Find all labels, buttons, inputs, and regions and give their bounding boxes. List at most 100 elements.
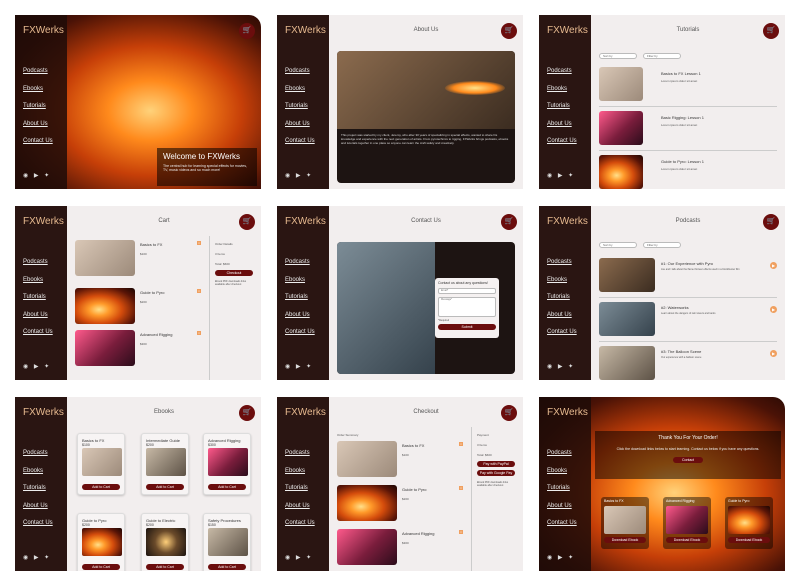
play-icon[interactable]: ▶ <box>770 350 777 357</box>
social-icons[interactable]: ◉ ▶ ✦ <box>285 363 313 370</box>
social-icons[interactable]: ◉ ▶ ✦ <box>547 363 575 370</box>
brand-logo[interactable]: FXWerks <box>547 216 588 227</box>
add-to-cart-button[interactable]: Add to Cart <box>146 484 184 490</box>
brand-logo[interactable]: FXWerks <box>23 216 64 227</box>
sort-select[interactable]: Sort by <box>599 53 637 59</box>
remove-icon[interactable]: × <box>197 331 201 335</box>
social-icons[interactable]: ◉ ▶ ✦ <box>285 554 313 561</box>
brand-logo[interactable]: FXWerks <box>547 25 588 36</box>
nav-ebooks[interactable]: Ebooks <box>23 277 53 295</box>
nav-podcasts[interactable]: Podcasts <box>23 450 53 468</box>
nav-tutorials[interactable]: Tutorials <box>285 294 315 312</box>
email-field[interactable]: Email* <box>438 288 496 294</box>
nav-about[interactable]: About Us <box>547 121 577 139</box>
list-item[interactable]: Guide to Pyro: Lesson 1 Lorem ipsum dolo… <box>599 155 777 189</box>
nav-ebooks[interactable]: Ebooks <box>23 468 53 486</box>
nav-tutorials[interactable]: Tutorials <box>285 485 315 503</box>
nav-tutorials[interactable]: Tutorials <box>23 294 53 312</box>
add-to-cart-button[interactable]: Add to Cart <box>208 564 246 570</box>
social-icons[interactable]: ◉ ▶ ✦ <box>23 554 51 561</box>
message-field[interactable]: Message* <box>438 297 496 317</box>
download-button[interactable]: Download Ebook <box>604 537 646 543</box>
nav-ebooks[interactable]: Ebooks <box>23 86 53 104</box>
remove-icon[interactable]: × <box>459 486 463 490</box>
nav-tutorials[interactable]: Tutorials <box>547 294 577 312</box>
nav-podcasts[interactable]: Podcasts <box>23 68 53 86</box>
cart-icon[interactable]: 🛒 <box>239 405 255 421</box>
cart-icon[interactable]: 🛒 <box>501 214 517 230</box>
list-item[interactable]: #2: Waterworks Learn about the dangers o… <box>599 302 777 342</box>
play-icon[interactable]: ▶ <box>770 262 777 269</box>
add-to-cart-button[interactable]: Add to Cart <box>146 564 184 570</box>
nav-podcasts[interactable]: Podcasts <box>547 450 577 468</box>
cart-icon[interactable]: 🛒 <box>239 23 255 39</box>
nav-about[interactable]: About Us <box>285 503 315 521</box>
remove-icon[interactable]: × <box>459 530 463 534</box>
nav-contact[interactable]: Contact Us <box>285 520 315 538</box>
add-to-cart-button[interactable]: Add to Cart <box>82 484 120 490</box>
remove-icon[interactable]: × <box>197 289 201 293</box>
contact-button[interactable]: Contact <box>673 457 703 463</box>
social-icons[interactable]: ◉ ▶ ✦ <box>23 363 51 370</box>
remove-icon[interactable]: × <box>197 241 201 245</box>
nav-podcasts[interactable]: Podcasts <box>285 68 315 86</box>
nav-tutorials[interactable]: Tutorials <box>23 103 53 121</box>
nav-about[interactable]: About Us <box>547 312 577 330</box>
nav-about[interactable]: About Us <box>23 503 53 521</box>
brand-logo[interactable]: FXWerks <box>285 25 326 36</box>
brand-logo[interactable]: FXWerks <box>23 25 64 36</box>
nav-contact[interactable]: Contact Us <box>285 329 315 347</box>
brand-logo[interactable]: FXWerks <box>285 407 326 418</box>
nav-ebooks[interactable]: Ebooks <box>547 86 577 104</box>
filter-select[interactable]: Filter by <box>643 53 681 59</box>
nav-contact[interactable]: Contact Us <box>547 520 577 538</box>
nav-ebooks[interactable]: Ebooks <box>285 468 315 486</box>
social-icons[interactable]: ◉ ▶ ✦ <box>547 172 575 179</box>
filter-select[interactable]: Filter by <box>643 242 681 248</box>
nav-about[interactable]: About Us <box>23 312 53 330</box>
nav-about[interactable]: About Us <box>285 121 315 139</box>
download-button[interactable]: Download Ebook <box>666 537 708 543</box>
paypal-button[interactable]: Pay with PayPal <box>477 461 515 467</box>
download-button[interactable]: Download Ebook <box>728 537 770 543</box>
nav-about[interactable]: About Us <box>547 503 577 521</box>
cart-icon[interactable]: 🛒 <box>763 214 779 230</box>
nav-ebooks[interactable]: Ebooks <box>547 468 577 486</box>
cart-icon[interactable]: 🛒 <box>763 23 779 39</box>
nav-podcasts[interactable]: Podcasts <box>547 68 577 86</box>
cart-icon[interactable]: 🛒 <box>501 23 517 39</box>
submit-button[interactable]: Submit <box>438 324 496 330</box>
sort-select[interactable]: Sort by <box>599 242 637 248</box>
cart-icon[interactable]: 🛒 <box>239 214 255 230</box>
nav-ebooks[interactable]: Ebooks <box>285 277 315 295</box>
nav-contact[interactable]: Contact Us <box>285 138 315 156</box>
nav-podcasts[interactable]: Podcasts <box>285 450 315 468</box>
nav-contact[interactable]: Contact Us <box>547 329 577 347</box>
list-item[interactable]: Basic Rigging: Lesson 1 Lorem ipsum dolo… <box>599 111 777 151</box>
nav-about[interactable]: About Us <box>285 312 315 330</box>
add-to-cart-button[interactable]: Add to Cart <box>208 484 246 490</box>
list-item[interactable]: #3: The Balloon Scene Our experience wit… <box>599 346 777 380</box>
list-item[interactable]: Basics to FX Lesson 1 Lorem ipsum dolor … <box>599 67 777 107</box>
nav-contact[interactable]: Contact Us <box>23 138 53 156</box>
nav-contact[interactable]: Contact Us <box>23 329 53 347</box>
list-item[interactable]: #1: Our Experience with Pyro Joe and I t… <box>599 258 777 298</box>
social-icons[interactable]: ◉ ▶ ✦ <box>23 172 51 179</box>
brand-logo[interactable]: FXWerks <box>23 407 64 418</box>
nav-podcasts[interactable]: Podcasts <box>23 259 53 277</box>
nav-contact[interactable]: Contact Us <box>547 138 577 156</box>
remove-icon[interactable]: × <box>459 442 463 446</box>
nav-contact[interactable]: Contact Us <box>23 520 53 538</box>
social-icons[interactable]: ◉ ▶ ✦ <box>547 554 575 561</box>
nav-podcasts[interactable]: Podcasts <box>547 259 577 277</box>
brand-logo[interactable]: FXWerks <box>285 216 326 227</box>
nav-tutorials[interactable]: Tutorials <box>547 103 577 121</box>
nav-about[interactable]: About Us <box>23 121 53 139</box>
nav-ebooks[interactable]: Ebooks <box>285 86 315 104</box>
cart-icon[interactable]: 🛒 <box>501 405 517 421</box>
checkout-button[interactable]: Checkout <box>215 270 253 276</box>
nav-ebooks[interactable]: Ebooks <box>547 277 577 295</box>
nav-tutorials[interactable]: Tutorials <box>285 103 315 121</box>
brand-logo[interactable]: FXWerks <box>547 407 588 418</box>
add-to-cart-button[interactable]: Add to Cart <box>82 564 120 570</box>
